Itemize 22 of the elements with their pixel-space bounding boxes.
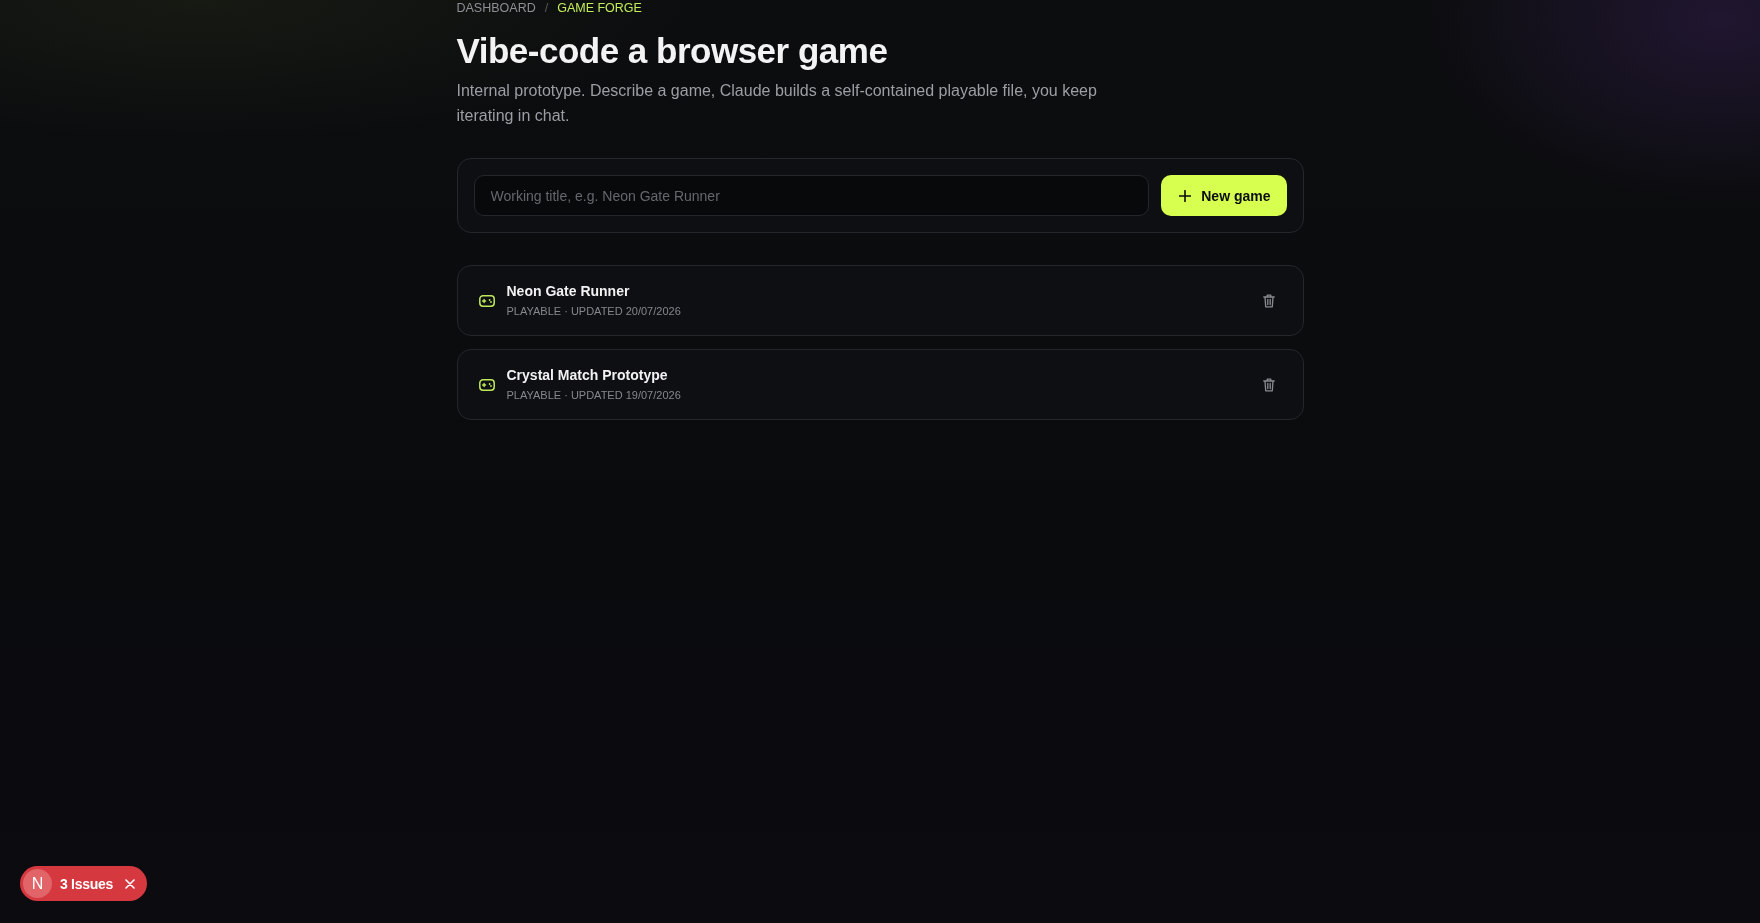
game-title: Crystal Match Prototype [506,367,668,384]
game-card[interactable]: Neon Gate Runner PLAYABLE · UPDATED 20/07/2026 [456,265,1304,336]
page-title: Vibe-code a browser game [456,30,889,72]
issues-badge[interactable]: N 3 Issues [20,866,147,901]
game-status: PLAYABLE · UPDATED 20/07/2026 [506,304,681,318]
trash-icon [1262,293,1275,308]
plus-icon [1179,189,1192,202]
issues-count: 3 Issues [60,875,113,892]
close-icon[interactable] [124,878,135,889]
gamepad-icon [478,378,495,391]
trash-icon [1262,377,1275,392]
logo-badge: N [23,869,52,898]
breadcrumb-separator: / [544,0,549,16]
page-description: Internal prototype. Describe a game, Claude builds a self-contained playable file, you keep iterating in chat. [456,81,1098,126]
gamepad-icon [478,294,495,307]
breadcrumb-current-page: GAME FORGE [557,0,642,16]
breadcrumb-link[interactable]: DASHBOARD [456,0,536,16]
game-status: PLAYABLE · UPDATED 19/07/2026 [506,388,681,402]
new-game-button[interactable]: New game [1161,175,1287,216]
title-input-field[interactable]: Working title, e.g. Neon Gate Runner [473,175,1150,216]
game-card[interactable]: Crystal Match Prototype PLAYABLE · UPDATED 19/07/2026 [456,349,1304,420]
game-title: Neon Gate Runner [506,283,630,300]
